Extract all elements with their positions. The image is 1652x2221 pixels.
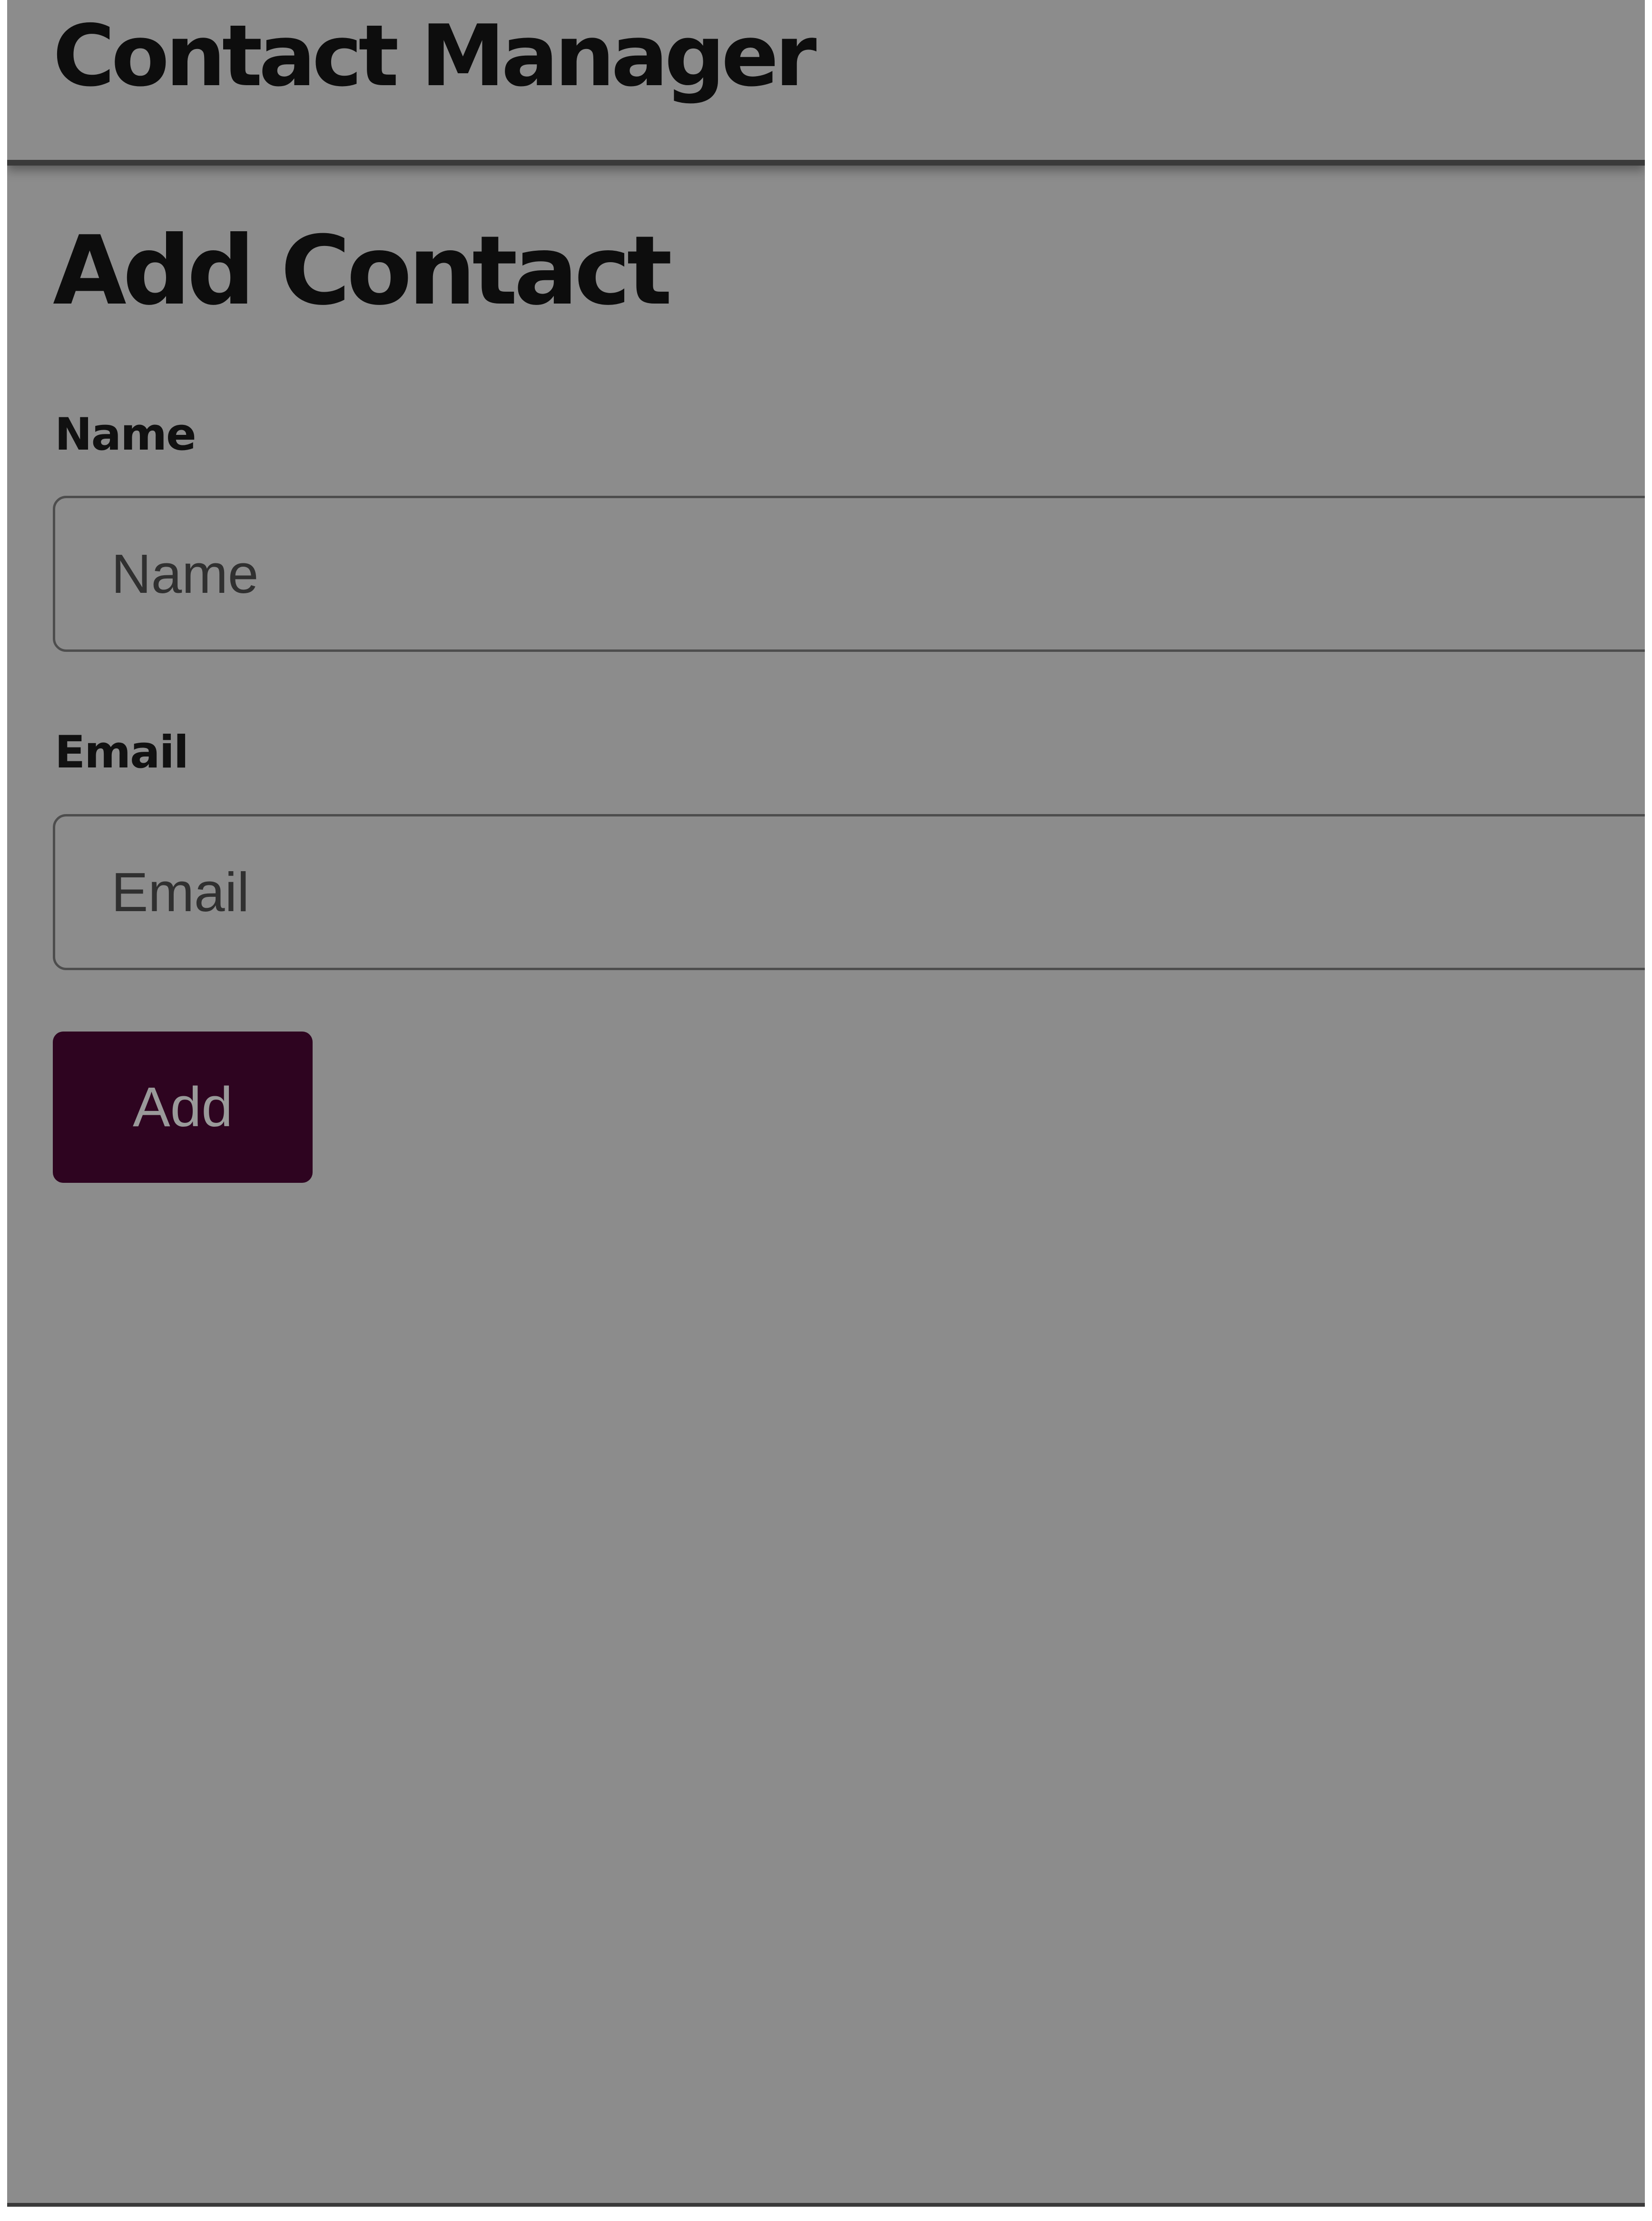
page-title: Add Contact — [53, 216, 672, 326]
name-input[interactable] — [53, 496, 1645, 652]
bottom-border — [7, 2203, 1645, 2207]
email-input[interactable] — [53, 814, 1645, 970]
add-button[interactable]: Add — [53, 1032, 313, 1183]
name-label: Name — [55, 409, 197, 461]
app-header: Contact Manager — [7, 0, 1645, 166]
app-window: Contact Manager Add Contact Name Email A… — [7, 0, 1645, 2207]
app-title: Contact Manager — [53, 7, 816, 105]
email-label: Email — [55, 727, 189, 778]
